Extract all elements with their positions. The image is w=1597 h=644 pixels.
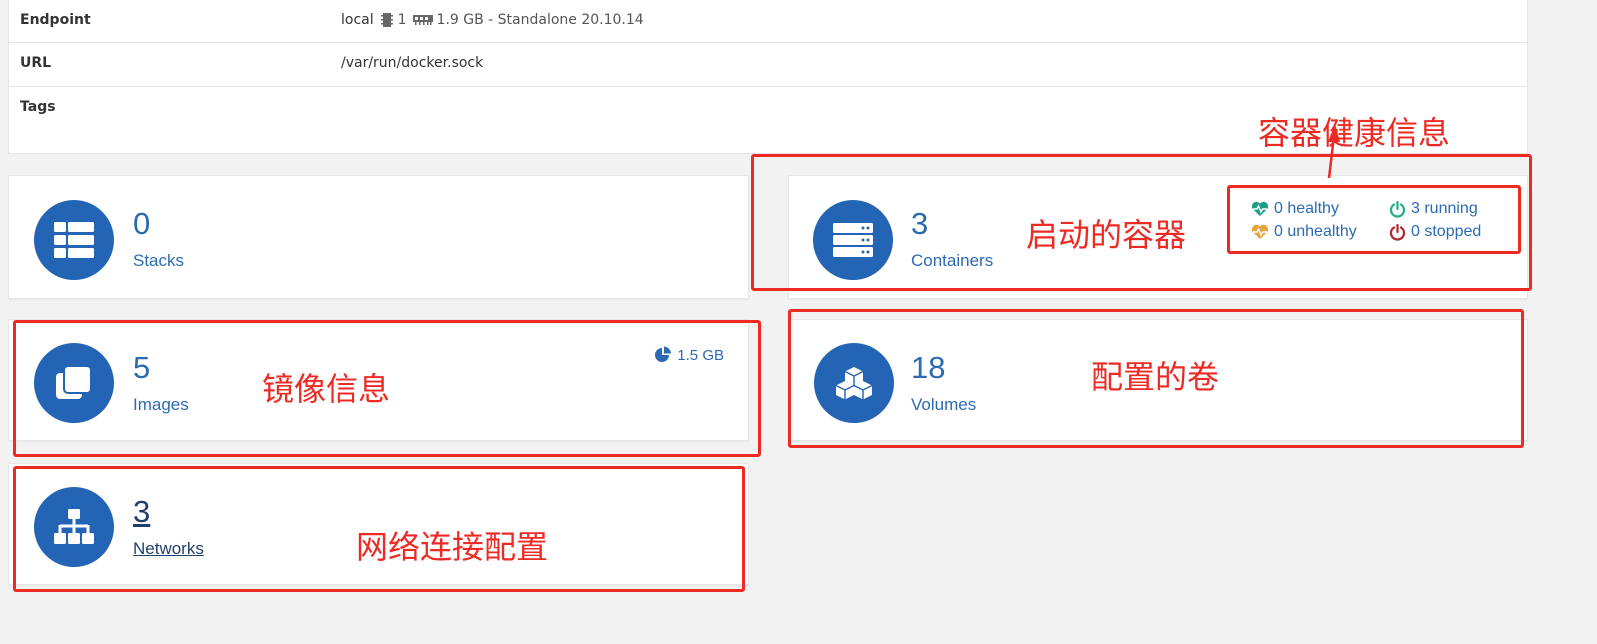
url-label: URL — [20, 55, 52, 71]
stacks-icon — [34, 200, 114, 280]
containers-annotation-text: 启动的容器 — [1026, 216, 1187, 254]
stacks-label: Stacks — [133, 251, 185, 270]
cpu-count: 1 — [397, 12, 407, 28]
stacks-count: 0 — [133, 206, 151, 241]
networks-annotation-text: 网络连接配置 — [356, 528, 549, 566]
memory-value: 1.9 GB - Standalone 20.10.14 — [436, 12, 644, 28]
endpoint-value: local 1 1.9 GB - Standalone 20.10.14 — [341, 12, 644, 28]
memory-info: 1.9 GB - Standalone 20.10.14 — [412, 12, 644, 28]
cpu-info: 1 — [380, 12, 407, 28]
endpoint-row: Endpoint local 1 1.9 GB - Standalone 20.… — [9, 0, 1527, 43]
cpu-icon — [380, 13, 393, 27]
memory-icon — [412, 15, 433, 25]
tags-label: Tags — [20, 99, 56, 115]
url-value: /var/run/docker.sock — [341, 55, 484, 71]
url-row: URL /var/run/docker.sock — [9, 43, 1527, 87]
stacks-widget[interactable]: 0 Stacks — [8, 175, 749, 299]
endpoint-name: local — [341, 12, 374, 28]
endpoint-label: Endpoint — [20, 12, 91, 28]
health-annotation-box — [1227, 185, 1521, 254]
health-annotation-text: 容器健康信息 — [1258, 114, 1451, 152]
images-annotation-text: 镜像信息 — [262, 370, 391, 408]
volumes-annotation-text: 配置的卷 — [1091, 358, 1220, 396]
